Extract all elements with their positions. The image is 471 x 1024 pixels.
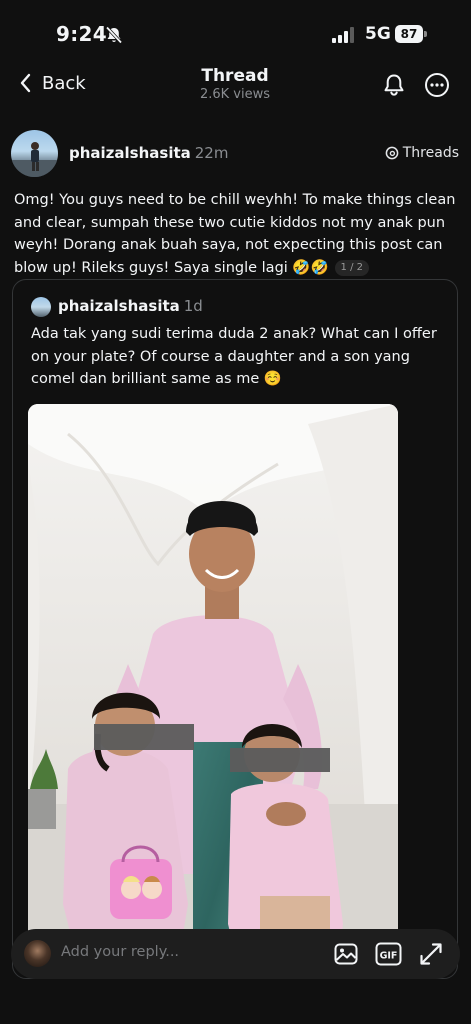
- threads-label: Threads: [402, 145, 459, 161]
- bell-icon[interactable]: [381, 72, 407, 98]
- image-icon[interactable]: [333, 941, 359, 967]
- post-time: 22m: [194, 144, 229, 162]
- page-title: Thread: [201, 66, 269, 86]
- status-time: 9:24: [56, 22, 107, 46]
- post-header: phaizalshasita 22m Threads: [11, 130, 461, 178]
- bell-slash-icon: [105, 26, 123, 44]
- current-user-avatar: [24, 940, 51, 967]
- quoted-avatar[interactable]: [31, 297, 51, 317]
- view-count: 2.6K views: [199, 87, 271, 102]
- threads-source-link[interactable]: Threads: [385, 145, 459, 161]
- chevron-left-icon: [20, 73, 31, 93]
- username[interactable]: phaizalshasita: [69, 144, 191, 162]
- battery-level: 87: [395, 25, 423, 43]
- quoted-author[interactable]: phaizalshasita 1d: [58, 297, 203, 315]
- more-options-icon[interactable]: [424, 72, 450, 98]
- back-label: Back: [42, 72, 86, 94]
- quoted-post-card[interactable]: phaizalshasita 1d Ada tak yang sudi terim…: [12, 279, 458, 979]
- threads-logo-icon: [385, 146, 399, 160]
- quoted-username[interactable]: phaizalshasita: [58, 297, 180, 315]
- thread-header: Back Thread 2.6K views: [0, 64, 471, 110]
- status-bar: 9:24 5G 87: [0, 0, 471, 64]
- quoted-post-text: Ada tak yang sudi terima duda 2 anak? Wh…: [31, 326, 437, 388]
- cellular-signal-icon: [332, 27, 354, 43]
- title-block: Thread 2.6K views: [135, 66, 335, 102]
- gif-button[interactable]: GIF: [375, 941, 402, 967]
- battery-indicator: 87: [395, 25, 428, 43]
- post-author[interactable]: phaizalshasita 22m: [69, 144, 228, 162]
- avatar[interactable]: [11, 130, 58, 177]
- reply-input[interactable]: [61, 944, 311, 960]
- expand-icon[interactable]: [418, 941, 444, 967]
- post-text: Omg! You guys need to be chill weyhh! To…: [14, 192, 456, 276]
- network-type: 5G: [365, 24, 391, 44]
- gif-label: GIF: [380, 951, 398, 962]
- post-photo[interactable]: [28, 404, 398, 964]
- quoted-post-time: 1d: [183, 297, 203, 315]
- reply-bar: GIF: [11, 929, 460, 979]
- post-body: Omg! You guys need to be chill weyhh! To…: [14, 189, 459, 279]
- back-button[interactable]: Back: [18, 72, 86, 94]
- page-indicator: 1 / 2: [334, 259, 369, 276]
